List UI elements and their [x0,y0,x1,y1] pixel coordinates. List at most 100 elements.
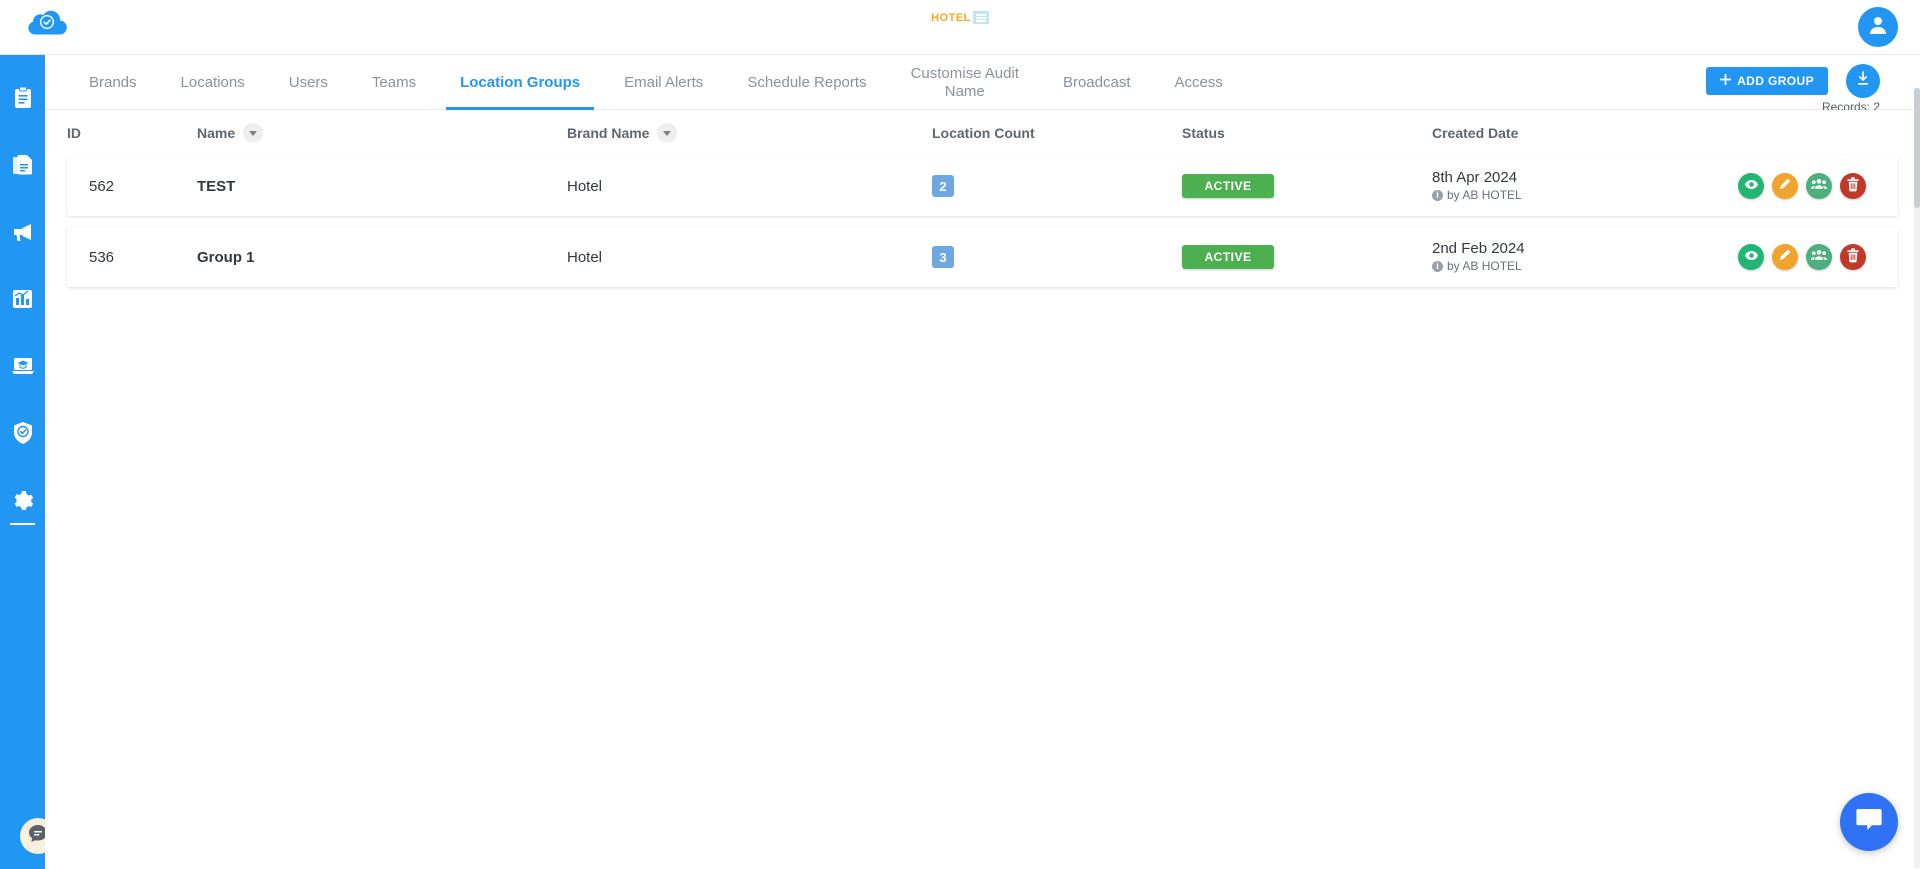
cell-created-date: 2nd Feb 2024 i by AB HOTEL [1432,240,1712,275]
tab-brands[interactable]: Brands [67,55,159,110]
cell-location-count: 3 [932,246,1182,268]
table-body: 562 TEST Hotel 2 ACTIVE 8th Apr 2024 i b… [45,156,1920,287]
cell-created-date: 8th Apr 2024 i by AB HOTEL [1432,169,1712,204]
documents-icon [11,153,35,182]
created-date-value: 2nd Feb 2024 [1432,239,1525,257]
chevron-down-icon[interactable] [657,123,678,143]
cell-actions [1712,173,1898,199]
location-count-badge: 2 [932,175,954,197]
created-by: i by AB HOTEL [1432,258,1525,274]
megaphone-icon [11,221,35,248]
cell-brand-name: Hotel [567,248,603,266]
row-actions [1738,173,1866,199]
add-group-label: ADD GROUP [1737,74,1814,88]
table-header-row: ID Name Brand Name Location Count Status… [45,110,1920,156]
column-header-brand-name-label: Brand Name [567,125,650,141]
cell-status: ACTIVE [1182,245,1432,269]
trash-icon [1846,247,1860,267]
sidebar-item-reports[interactable] [0,134,45,201]
view-button[interactable] [1738,244,1764,270]
people-icon [1811,248,1827,266]
sidebar [0,0,56,869]
view-button[interactable] [1738,173,1764,199]
info-icon[interactable]: i [1432,260,1443,272]
people-icon [1811,177,1827,195]
location-count-badge: 3 [932,246,954,268]
delete-button[interactable] [1840,173,1866,199]
column-header-created-date: Created Date [1432,125,1519,141]
avatar[interactable] [1858,7,1898,47]
sidebar-item-compliance[interactable] [0,402,45,469]
table-row[interactable]: 536 Group 1 Hotel 3 ACTIVE 2nd Feb 2024 … [67,227,1898,287]
cell-status: ACTIVE [1182,174,1432,198]
row-actions [1738,244,1866,270]
edit-button[interactable] [1772,244,1798,270]
tenant-logo: HOTEL [931,11,989,24]
column-header-brand-name: Brand Name [567,123,932,143]
scrollbar-thumb[interactable] [1914,88,1920,208]
page-scrollbar[interactable] [1914,88,1920,868]
created-by-label: by AB HOTEL [1447,188,1522,203]
tab-location-groups[interactable]: Location Groups [438,55,602,110]
cell-brand-name: Hotel [567,177,603,195]
tab-locations[interactable]: Locations [159,55,267,110]
download-icon [1854,70,1872,93]
user-avatar-icon [1866,13,1890,42]
sidebar-item-analytics[interactable] [0,268,45,335]
pencil-icon [1778,248,1792,266]
sidebar-item-elearning[interactable] [0,335,45,402]
column-header-name: Name [197,123,567,143]
edit-button[interactable] [1772,173,1798,199]
chevron-down-icon[interactable] [243,123,264,143]
clipboard-icon [12,86,34,115]
chat-bubble-icon [1854,806,1884,839]
cell-id: 562 [89,177,115,195]
created-by-label: by AB HOTEL [1447,259,1522,274]
status-badge[interactable]: ACTIVE [1182,245,1274,269]
download-button[interactable] [1846,64,1880,98]
elearning-icon [11,356,35,381]
location-groups-table: ID Name Brand Name Location Count Status… [45,110,1920,869]
created-by: i by AB HOTEL [1432,187,1522,203]
info-icon[interactable]: i [1432,189,1443,201]
pencil-icon [1778,177,1792,195]
eye-icon [1744,248,1759,267]
column-header-id: ID [67,125,81,141]
shield-check-icon [12,421,34,450]
add-group-button[interactable]: ADD GROUP [1706,67,1828,95]
column-header-name-label: Name [197,125,236,141]
tab-customise-audit-name[interactable]: Customise Audit Name [889,55,1041,110]
tab-access[interactable]: Access [1153,55,1245,110]
tenant-logo-word: HOTEL [931,11,971,24]
tab-schedule-reports[interactable]: Schedule Reports [725,55,888,110]
column-header-location-count: Location Count [932,125,1035,141]
top-bar: HOTEL [0,0,1920,55]
tabs: Brands Locations Users Teams Location Gr… [45,55,1920,110]
cell-actions [1712,244,1898,270]
tab-bar: Brands Locations Users Teams Location Gr… [45,55,1920,114]
sidebar-item-broadcast[interactable] [0,201,45,268]
tab-teams[interactable]: Teams [350,55,438,110]
eye-icon [1744,177,1759,196]
gear-icon [11,488,35,517]
tab-broadcast[interactable]: Broadcast [1041,55,1153,110]
tab-users[interactable]: Users [267,55,350,110]
assign-users-button[interactable] [1806,173,1832,199]
chat-widget-button[interactable] [1840,793,1898,851]
created-date-value: 8th Apr 2024 [1432,168,1518,186]
grid-mark-icon [972,11,989,24]
trash-icon [1846,176,1860,196]
cell-id: 536 [89,248,115,266]
tab-email-alerts[interactable]: Email Alerts [602,55,725,110]
cell-location-count: 2 [932,175,1182,197]
assign-users-button[interactable] [1806,244,1832,270]
sidebar-item-settings[interactable] [0,469,45,536]
delete-button[interactable] [1840,244,1866,270]
table-row[interactable]: 562 TEST Hotel 2 ACTIVE 8th Apr 2024 i b… [67,156,1898,216]
column-header-status: Status [1182,125,1225,141]
plus-icon [1720,74,1732,88]
status-badge[interactable]: ACTIVE [1182,174,1274,198]
app-logo[interactable] [26,6,70,46]
sidebar-item-audits[interactable] [0,67,45,134]
cell-name: Group 1 [197,248,255,266]
